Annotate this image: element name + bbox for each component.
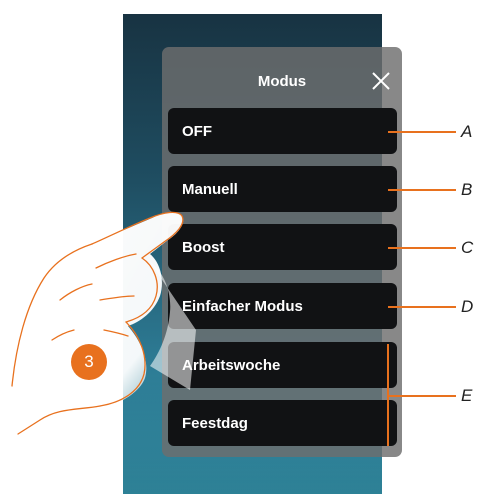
callout-line-c [388, 247, 456, 249]
mode-off-label: OFF [182, 122, 212, 140]
close-button[interactable] [370, 70, 392, 92]
mode-simple-label: Einfacher Modus [182, 297, 303, 315]
mode-manual-label: Manuell [182, 180, 238, 198]
callout-label-e: E [461, 386, 473, 405]
mode-workweek-button[interactable]: Arbeitswoche [168, 342, 397, 388]
callout-label-d: D [461, 297, 474, 316]
mode-workweek-label: Arbeitswoche [182, 356, 281, 374]
mode-boost-button[interactable]: Boost [168, 224, 397, 270]
callout-line-a [388, 131, 456, 133]
close-icon [372, 72, 390, 90]
step-badge: 3 [71, 344, 107, 380]
callout-line-b [388, 189, 456, 191]
mode-simple-button[interactable]: Einfacher Modus [168, 283, 397, 329]
callout-label-c: C [461, 238, 474, 257]
callout-line-d [388, 306, 456, 308]
mode-holiday-label: Feestdag [182, 414, 248, 432]
mode-manual-button[interactable]: Manuell [168, 166, 397, 212]
mode-off-button[interactable]: OFF [168, 108, 397, 154]
mode-boost-label: Boost [182, 238, 225, 256]
callout-line-e [388, 395, 456, 397]
mode-holiday-button[interactable]: Feestdag [168, 400, 397, 446]
dialog-title: Modus [257, 73, 307, 90]
callout-label-a: A [461, 122, 473, 141]
callout-label-b: B [461, 180, 473, 199]
